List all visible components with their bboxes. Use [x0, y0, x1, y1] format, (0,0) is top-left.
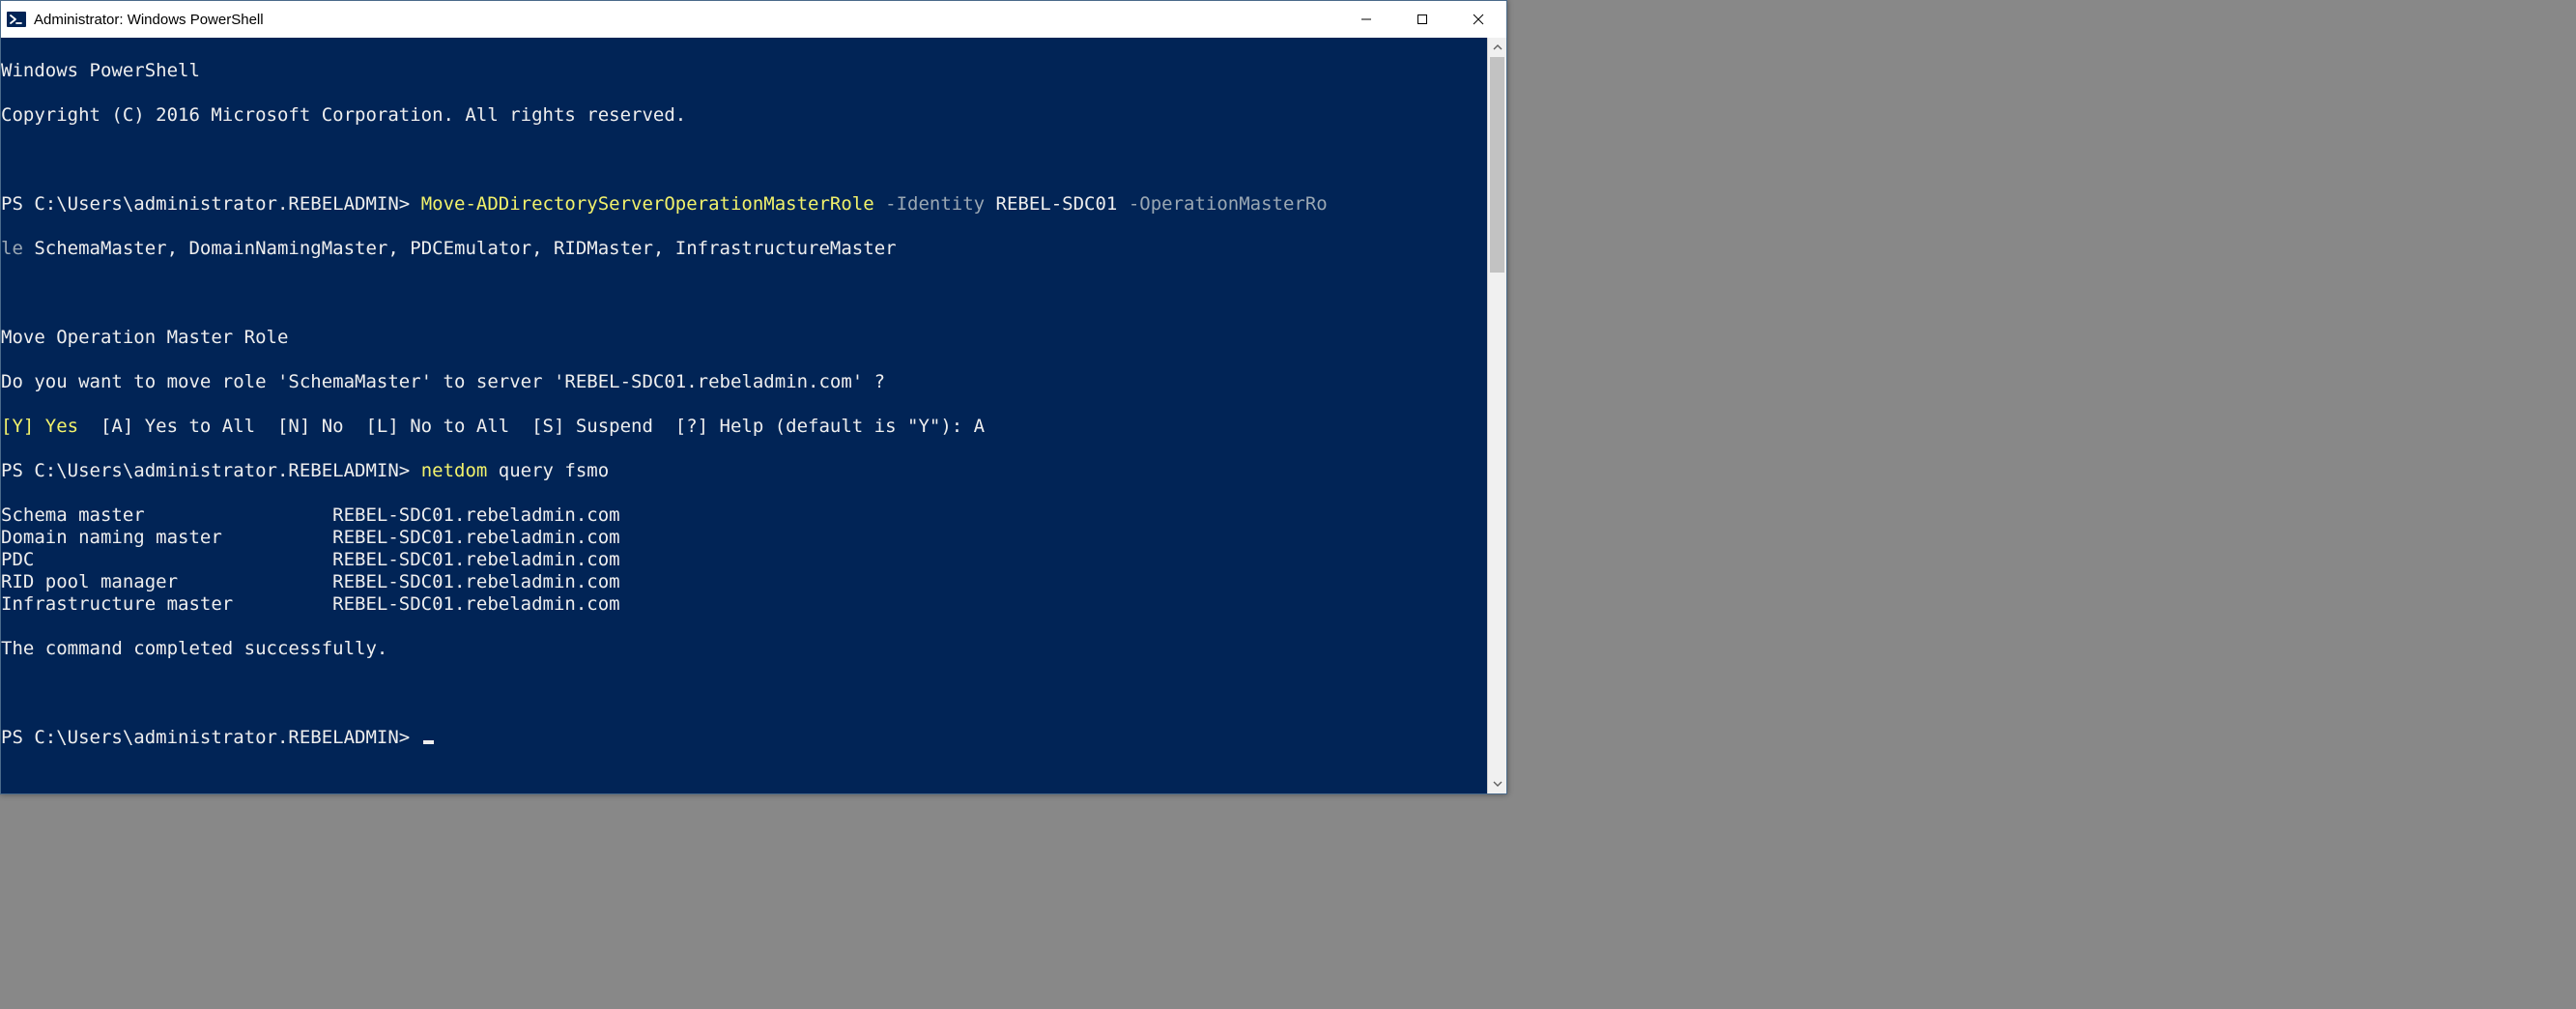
param-name: -Identity	[874, 193, 996, 215]
client-area: Windows PowerShell Copyright (C) 2016 Mi…	[1, 38, 1506, 793]
param-name: -OperationMasterRo	[1117, 193, 1327, 215]
scroll-down-button[interactable]	[1488, 774, 1506, 793]
cursor	[423, 740, 434, 744]
prompt: PS C:\Users\administrator.REBELADMIN>	[1, 460, 421, 481]
prompt: PS C:\Users\administrator.REBELADMIN>	[1, 727, 421, 748]
confirm-default-option: [Y] Yes	[1, 416, 78, 437]
fsmo-row: Domain naming master REBEL-SDC01.rebelad…	[1, 527, 620, 548]
powershell-icon	[7, 10, 26, 29]
param-value: SchemaMaster, DomainNamingMaster, PDCEmu…	[34, 238, 896, 259]
confirm-options: [A] Yes to All [N] No [L] No to All [S] …	[78, 416, 985, 437]
param-value: REBEL-SDC01	[996, 193, 1118, 215]
fsmo-row: RID pool manager REBEL-SDC01.rebeladmin.…	[1, 571, 620, 592]
chevron-up-icon	[1493, 43, 1503, 52]
maximize-icon	[1417, 14, 1428, 25]
powershell-window: Administrator: Windows PowerShell Window…	[0, 0, 1507, 794]
minimize-icon	[1360, 14, 1372, 25]
completion-line: The command completed successfully.	[1, 638, 387, 659]
window-title: Administrator: Windows PowerShell	[34, 12, 264, 28]
cmd-args: query fsmo	[487, 460, 609, 481]
titlebar[interactable]: Administrator: Windows PowerShell	[1, 1, 1506, 38]
cmdlet: netdom	[421, 460, 488, 481]
vertical-scrollbar[interactable]	[1487, 38, 1506, 793]
maximize-button[interactable]	[1394, 1, 1450, 38]
chevron-down-icon	[1493, 779, 1503, 789]
close-button[interactable]	[1450, 1, 1506, 38]
terminal[interactable]: Windows PowerShell Copyright (C) 2016 Mi…	[1, 38, 1487, 793]
param-name-cont: le	[1, 238, 34, 259]
minimize-button[interactable]	[1338, 1, 1394, 38]
fsmo-row: Schema master REBEL-SDC01.rebeladmin.com	[1, 504, 620, 526]
prompt: PS C:\Users\administrator.REBELADMIN>	[1, 193, 421, 215]
confirm-question: Do you want to move role 'SchemaMaster' …	[1, 371, 885, 392]
confirm-title: Move Operation Master Role	[1, 327, 288, 348]
fsmo-row: Infrastructure master REBEL-SDC01.rebela…	[1, 593, 620, 615]
scrollbar-track[interactable]	[1488, 57, 1506, 774]
scroll-up-button[interactable]	[1488, 38, 1506, 57]
banner-line: Windows PowerShell	[1, 60, 200, 81]
copyright-line: Copyright (C) 2016 Microsoft Corporation…	[1, 104, 686, 126]
cmdlet: Move-ADDirectoryServerOperationMasterRol…	[421, 193, 874, 215]
scrollbar-thumb[interactable]	[1490, 57, 1504, 273]
close-icon	[1473, 14, 1484, 25]
fsmo-row: PDC REBEL-SDC01.rebeladmin.com	[1, 549, 620, 570]
